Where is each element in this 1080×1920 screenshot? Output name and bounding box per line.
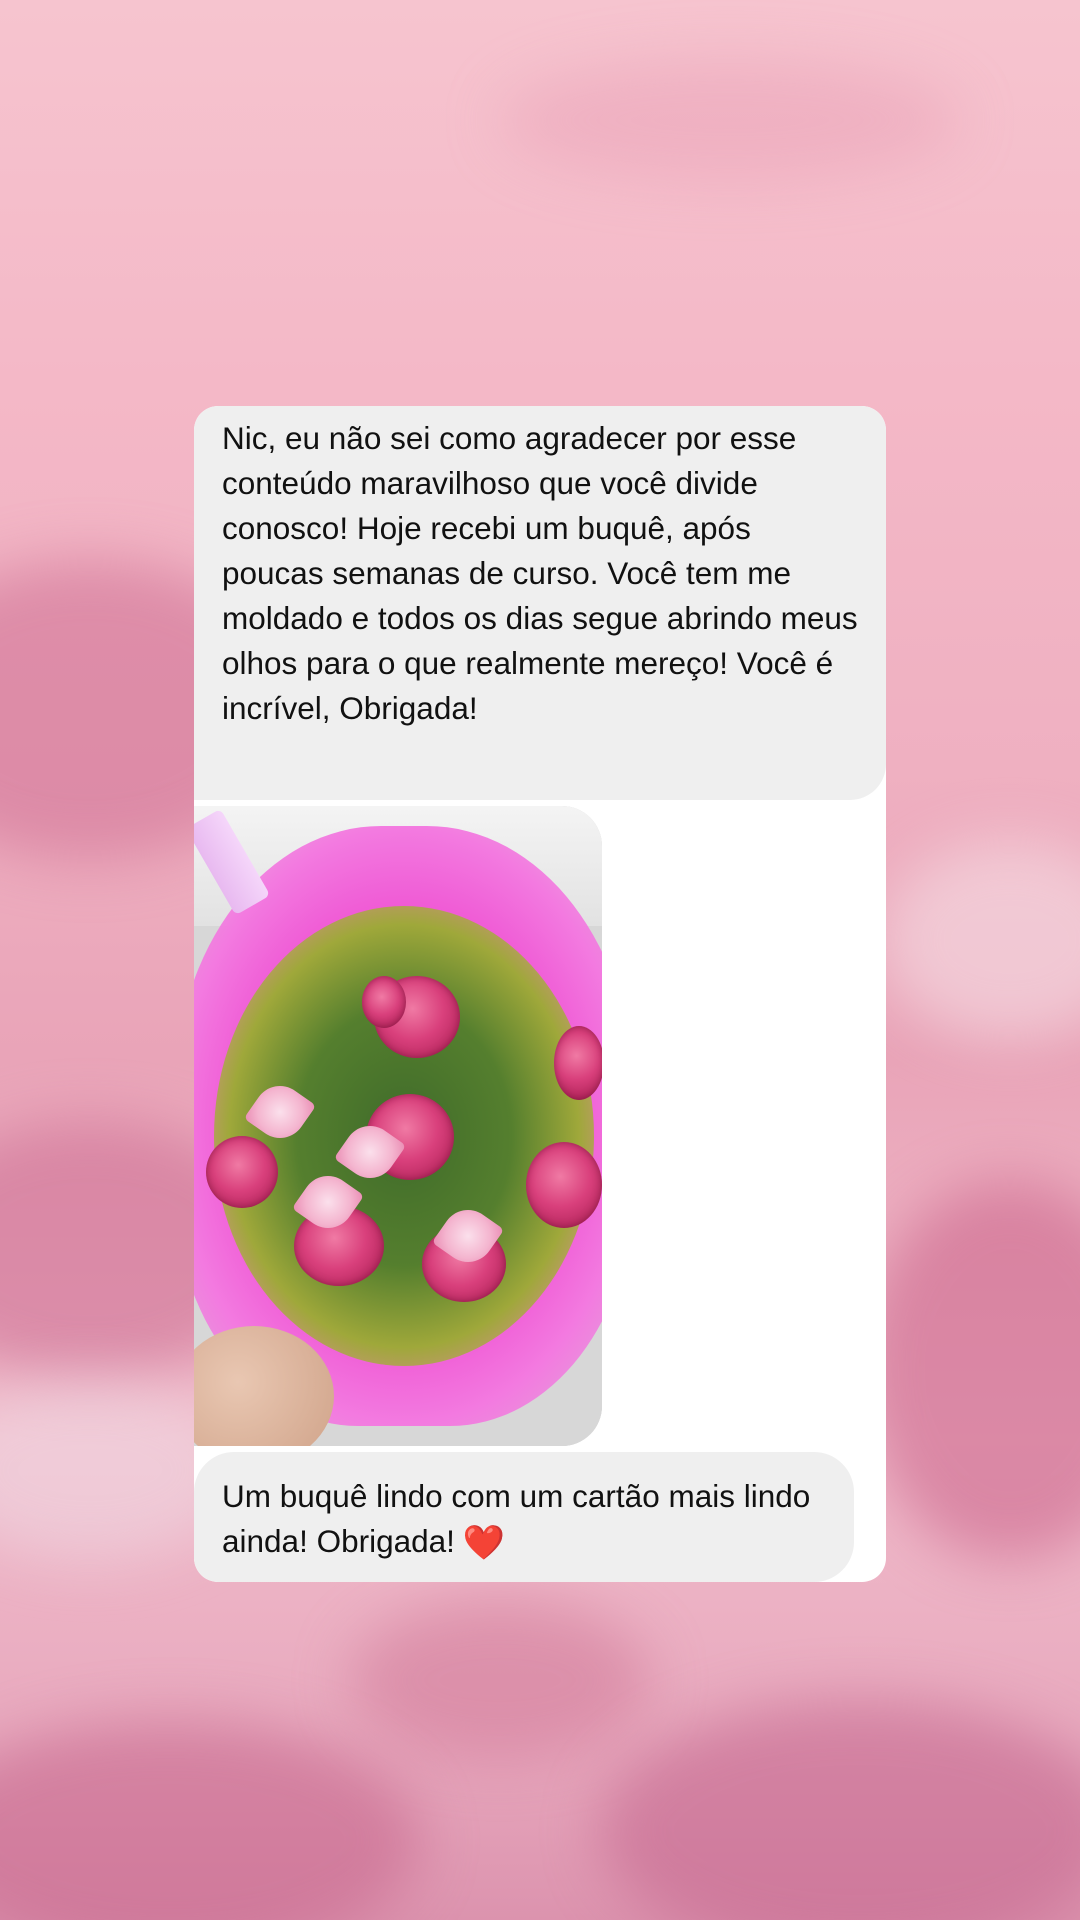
cloud [880,840,1080,1040]
cloud [600,1700,1080,1920]
heart-icon: ❤️ [462,1524,506,1562]
message-bubble-received: Nic, eu não sei como agradecer por esse … [194,406,886,800]
rose [206,1136,278,1208]
chat-screenshot-card: Nic, eu não sei como agradecer por esse … [194,406,886,1582]
cloud [350,1600,650,1760]
message-text: Nic, eu não sei como agradecer por esse … [222,420,858,726]
cloud [500,60,960,180]
message-bubble-received: Um buquê lindo com um cartão mais lindo … [194,1452,854,1582]
cloud [860,1180,1080,1560]
message-text-content: Um buquê lindo com um cartão mais lindo … [222,1478,811,1559]
rose [362,976,406,1028]
rose [554,1026,602,1100]
cloud [0,1720,420,1920]
message-text: Um buquê lindo com um cartão mais lindo … [222,1474,826,1564]
bouquet-photo[interactable] [194,806,602,1446]
rose [526,1142,602,1228]
